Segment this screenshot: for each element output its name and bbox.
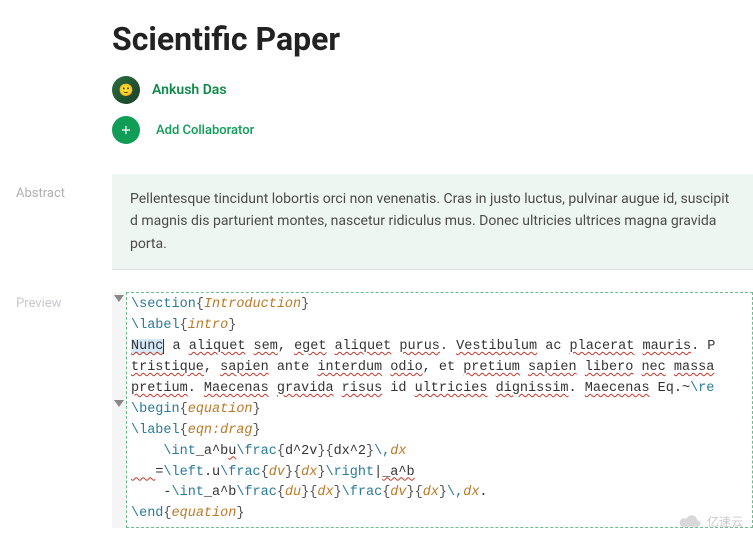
plus-icon — [119, 123, 133, 137]
fold-icon[interactable] — [114, 295, 124, 302]
add-collaborator-row[interactable]: Add Collaborator — [112, 116, 753, 144]
watermark: 亿速云 — [677, 513, 743, 530]
cloud-icon — [677, 514, 703, 530]
add-collaborator-label: Add Collaborator — [156, 123, 254, 138]
avatar: 🙂 — [112, 76, 140, 104]
code-content[interactable]: \section{Introduction} \label{intro} Nun… — [126, 292, 753, 528]
page-title: Scientific Paper — [112, 20, 753, 58]
abstract-tab[interactable]: Abstract — [0, 174, 112, 201]
preview-tab[interactable]: Preview — [0, 292, 112, 311]
fold-icon[interactable] — [114, 400, 124, 407]
add-collaborator-button[interactable] — [112, 116, 140, 144]
code-editor[interactable]: \section{Introduction} \label{intro} Nun… — [112, 292, 753, 528]
author-name: Ankush Das — [152, 82, 227, 98]
author-row[interactable]: 🙂 Ankush Das — [112, 76, 753, 104]
abstract-text[interactable]: Pellentesque tincidunt lobortis orci non… — [112, 174, 753, 270]
editor-gutter — [112, 292, 126, 528]
